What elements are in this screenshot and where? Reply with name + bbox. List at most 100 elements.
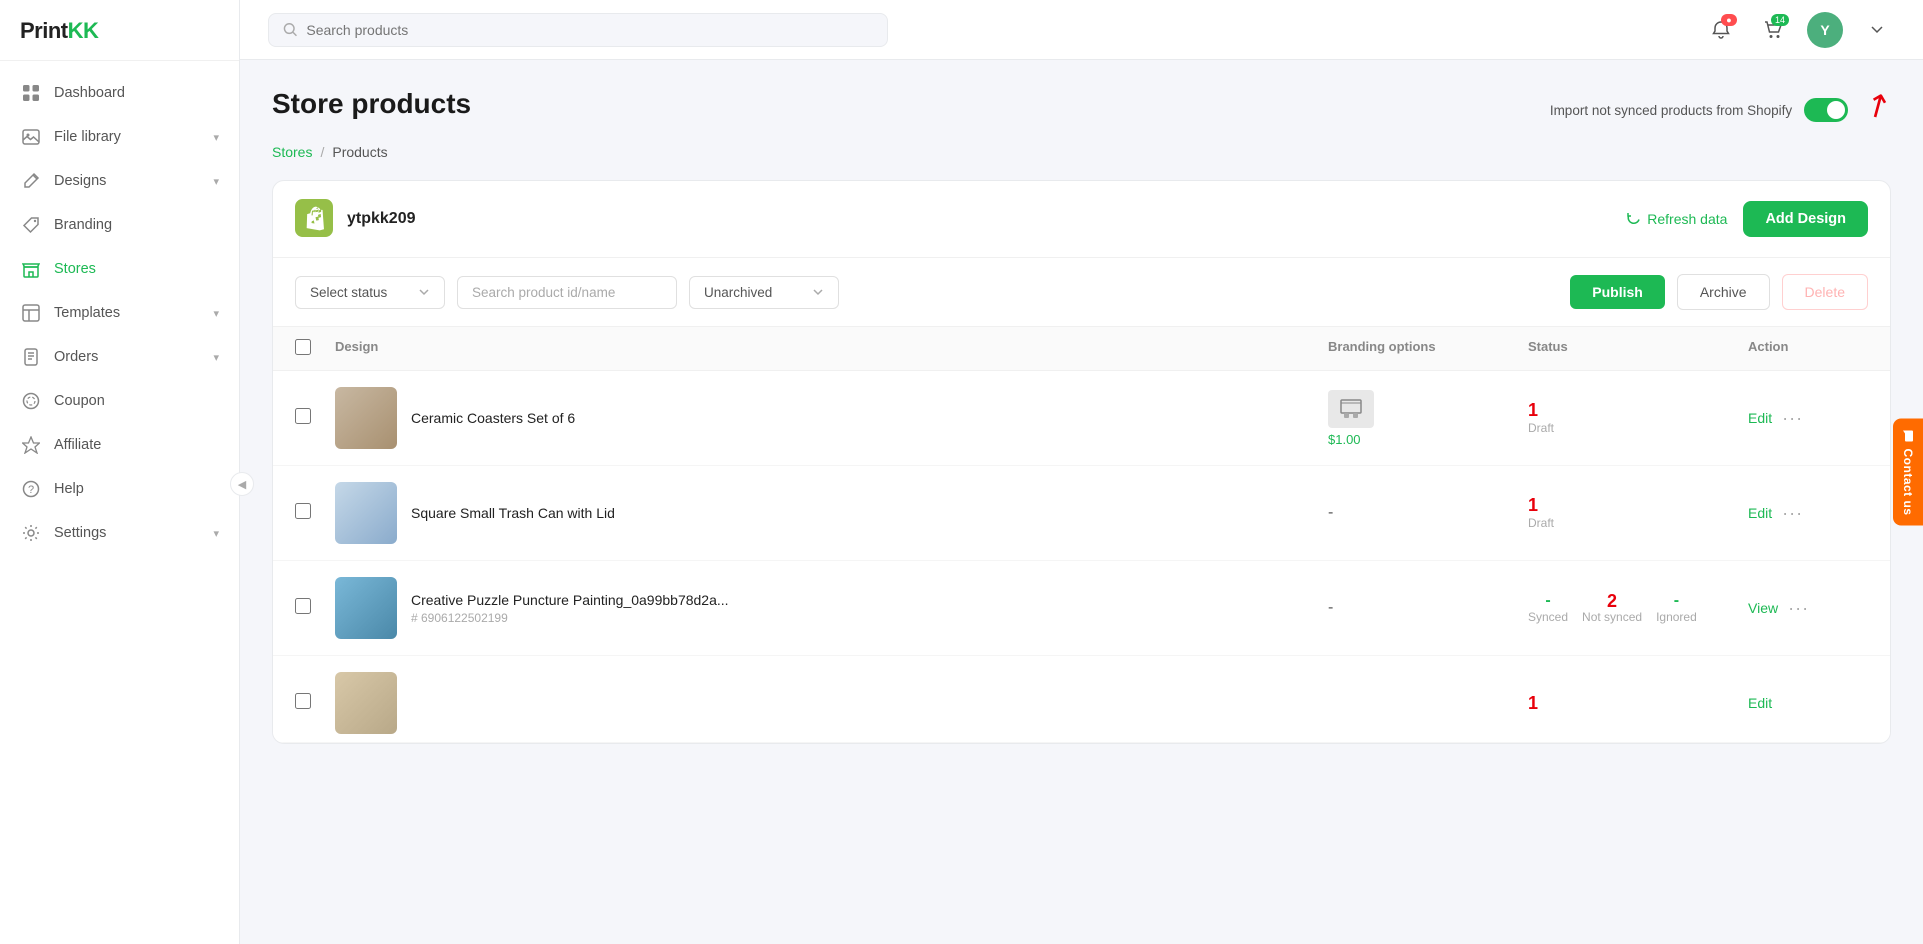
- notification-button[interactable]: ●: [1703, 12, 1739, 48]
- not-synced-label: Not synced: [1582, 610, 1642, 624]
- status-chevron-icon: [418, 286, 430, 298]
- th-design: Design: [335, 339, 1328, 358]
- archive-button[interactable]: Archive: [1677, 274, 1770, 310]
- add-design-button[interactable]: Add Design: [1743, 201, 1868, 237]
- logo: PrintKK: [0, 0, 239, 61]
- grid-icon: [20, 82, 42, 104]
- pen-icon: [20, 170, 42, 192]
- status-placeholder: Select status: [310, 285, 387, 300]
- branding-cell: -: [1328, 599, 1528, 617]
- th-branding: Branding options: [1328, 339, 1528, 358]
- contact-us-label: Contact us: [1901, 448, 1915, 515]
- product-name: Ceramic Coasters Set of 6: [411, 410, 575, 426]
- sidebar-item-affiliate-label: Affiliate: [54, 437, 219, 453]
- coupon-icon: [20, 390, 42, 412]
- search-input[interactable]: [306, 22, 873, 38]
- status-cell: 1 Draft: [1528, 496, 1748, 530]
- templates-arrow-icon: [213, 306, 219, 320]
- edit-button[interactable]: Edit: [1748, 695, 1772, 711]
- status-cell: 1: [1528, 694, 1748, 712]
- sidebar-item-settings[interactable]: Settings: [0, 511, 239, 555]
- sidebar-item-branding[interactable]: Branding: [0, 203, 239, 247]
- cart-badge: 14: [1771, 14, 1789, 26]
- logo-print: Print: [20, 18, 68, 43]
- branding-price: $1.00: [1328, 432, 1361, 447]
- toggle-thumb: [1827, 101, 1845, 119]
- product-search-input[interactable]: [457, 276, 677, 309]
- product-cell: Square Small Trash Can with Lid: [335, 482, 1328, 544]
- row-checkbox[interactable]: [295, 408, 335, 429]
- sidebar-item-designs[interactable]: Designs: [0, 159, 239, 203]
- sidebar-item-coupon[interactable]: Coupon: [0, 379, 239, 423]
- sidebar-item-templates[interactable]: Templates: [0, 291, 239, 335]
- sidebar-item-file-library[interactable]: File library: [0, 115, 239, 159]
- topbar: ● 14 Y: [240, 0, 1923, 60]
- row-checkbox[interactable]: [295, 598, 335, 619]
- sidebar-item-dashboard[interactable]: Dashboard: [0, 71, 239, 115]
- sidebar-item-help[interactable]: ? Help: [0, 467, 239, 511]
- store-card: ytpkk209 Refresh data Add Design Select …: [272, 180, 1891, 744]
- help-icon: ?: [20, 478, 42, 500]
- user-menu-dropdown[interactable]: [1859, 12, 1895, 48]
- status-row: - Synced 2 Not synced - Ignored: [1528, 592, 1697, 624]
- row-checkbox[interactable]: [295, 693, 335, 714]
- edit-button[interactable]: Edit: [1748, 410, 1772, 426]
- refresh-data-button[interactable]: Refresh data: [1626, 211, 1727, 227]
- status-number: 1: [1528, 401, 1538, 419]
- sidebar-nav: Dashboard File library Designs: [0, 61, 239, 944]
- topbar-right: ● 14 Y: [1703, 12, 1895, 48]
- settings-icon: [20, 522, 42, 544]
- sidebar-item-templates-label: Templates: [54, 305, 213, 321]
- arrow-indicator: ↗: [1856, 82, 1898, 128]
- sidebar-item-stores[interactable]: Stores: [0, 247, 239, 291]
- view-button[interactable]: View: [1748, 600, 1778, 616]
- product-cell: [335, 672, 1328, 734]
- ignored-col: - Ignored: [1656, 592, 1697, 624]
- cart-button[interactable]: 14: [1755, 12, 1791, 48]
- sidebar-item-help-label: Help: [54, 481, 219, 497]
- row-more-options[interactable]: ···: [1782, 408, 1803, 429]
- th-checkbox: [295, 339, 335, 358]
- page-header: Store products Import not synced product…: [272, 88, 1891, 124]
- settings-arrow-icon: [213, 526, 219, 540]
- sidebar-item-affiliate[interactable]: Affiliate: [0, 423, 239, 467]
- filter-row: Select status Unarchived Publish Archive…: [273, 258, 1890, 327]
- template-icon: [20, 302, 42, 324]
- sidebar-item-coupon-label: Coupon: [54, 393, 219, 409]
- breadcrumb-separator: /: [320, 144, 324, 160]
- synced-col: - Synced: [1528, 592, 1568, 624]
- breadcrumb-stores-link[interactable]: Stores: [272, 144, 312, 160]
- action-cell: View ···: [1748, 598, 1868, 619]
- row-checkbox[interactable]: [295, 503, 335, 524]
- import-toggle[interactable]: [1804, 98, 1848, 122]
- designs-arrow-icon: [213, 174, 219, 188]
- product-cell: Creative Puzzle Puncture Painting_0a99bb…: [335, 577, 1328, 639]
- row-more-options[interactable]: ···: [1782, 503, 1803, 524]
- search-box[interactable]: [268, 13, 888, 47]
- product-name: Square Small Trash Can with Lid: [411, 505, 615, 521]
- publish-button[interactable]: Publish: [1570, 275, 1665, 309]
- product-name: Creative Puzzle Puncture Painting_0a99bb…: [411, 592, 729, 608]
- store-icon: [20, 258, 42, 280]
- search-icon: [283, 22, 298, 38]
- breadcrumb-current: Products: [332, 144, 387, 160]
- table-header: Design Branding options Status Action: [273, 327, 1890, 371]
- contact-us-sidebar[interactable]: Contact us: [1893, 418, 1923, 525]
- product-cell: Ceramic Coasters Set of 6: [335, 387, 1328, 449]
- avatar[interactable]: Y: [1807, 12, 1843, 48]
- sidebar-item-file-library-label: File library: [54, 129, 213, 145]
- edit-button[interactable]: Edit: [1748, 505, 1772, 521]
- select-all-checkbox[interactable]: [295, 339, 311, 355]
- sidebar-item-orders[interactable]: Orders: [0, 335, 239, 379]
- sidebar-item-orders-label: Orders: [54, 349, 213, 365]
- status-select[interactable]: Select status: [295, 276, 445, 309]
- sidebar-item-designs-label: Designs: [54, 173, 213, 189]
- archive-select[interactable]: Unarchived: [689, 276, 839, 309]
- affiliate-icon: [20, 434, 42, 456]
- sidebar-collapse-button[interactable]: ◀: [230, 472, 254, 496]
- ignored-dash: -: [1674, 592, 1679, 610]
- product-thumbnail: [335, 482, 397, 544]
- row-more-options[interactable]: ···: [1788, 598, 1809, 619]
- delete-button[interactable]: Delete: [1782, 274, 1868, 310]
- branding-thumbnail: [1328, 390, 1374, 428]
